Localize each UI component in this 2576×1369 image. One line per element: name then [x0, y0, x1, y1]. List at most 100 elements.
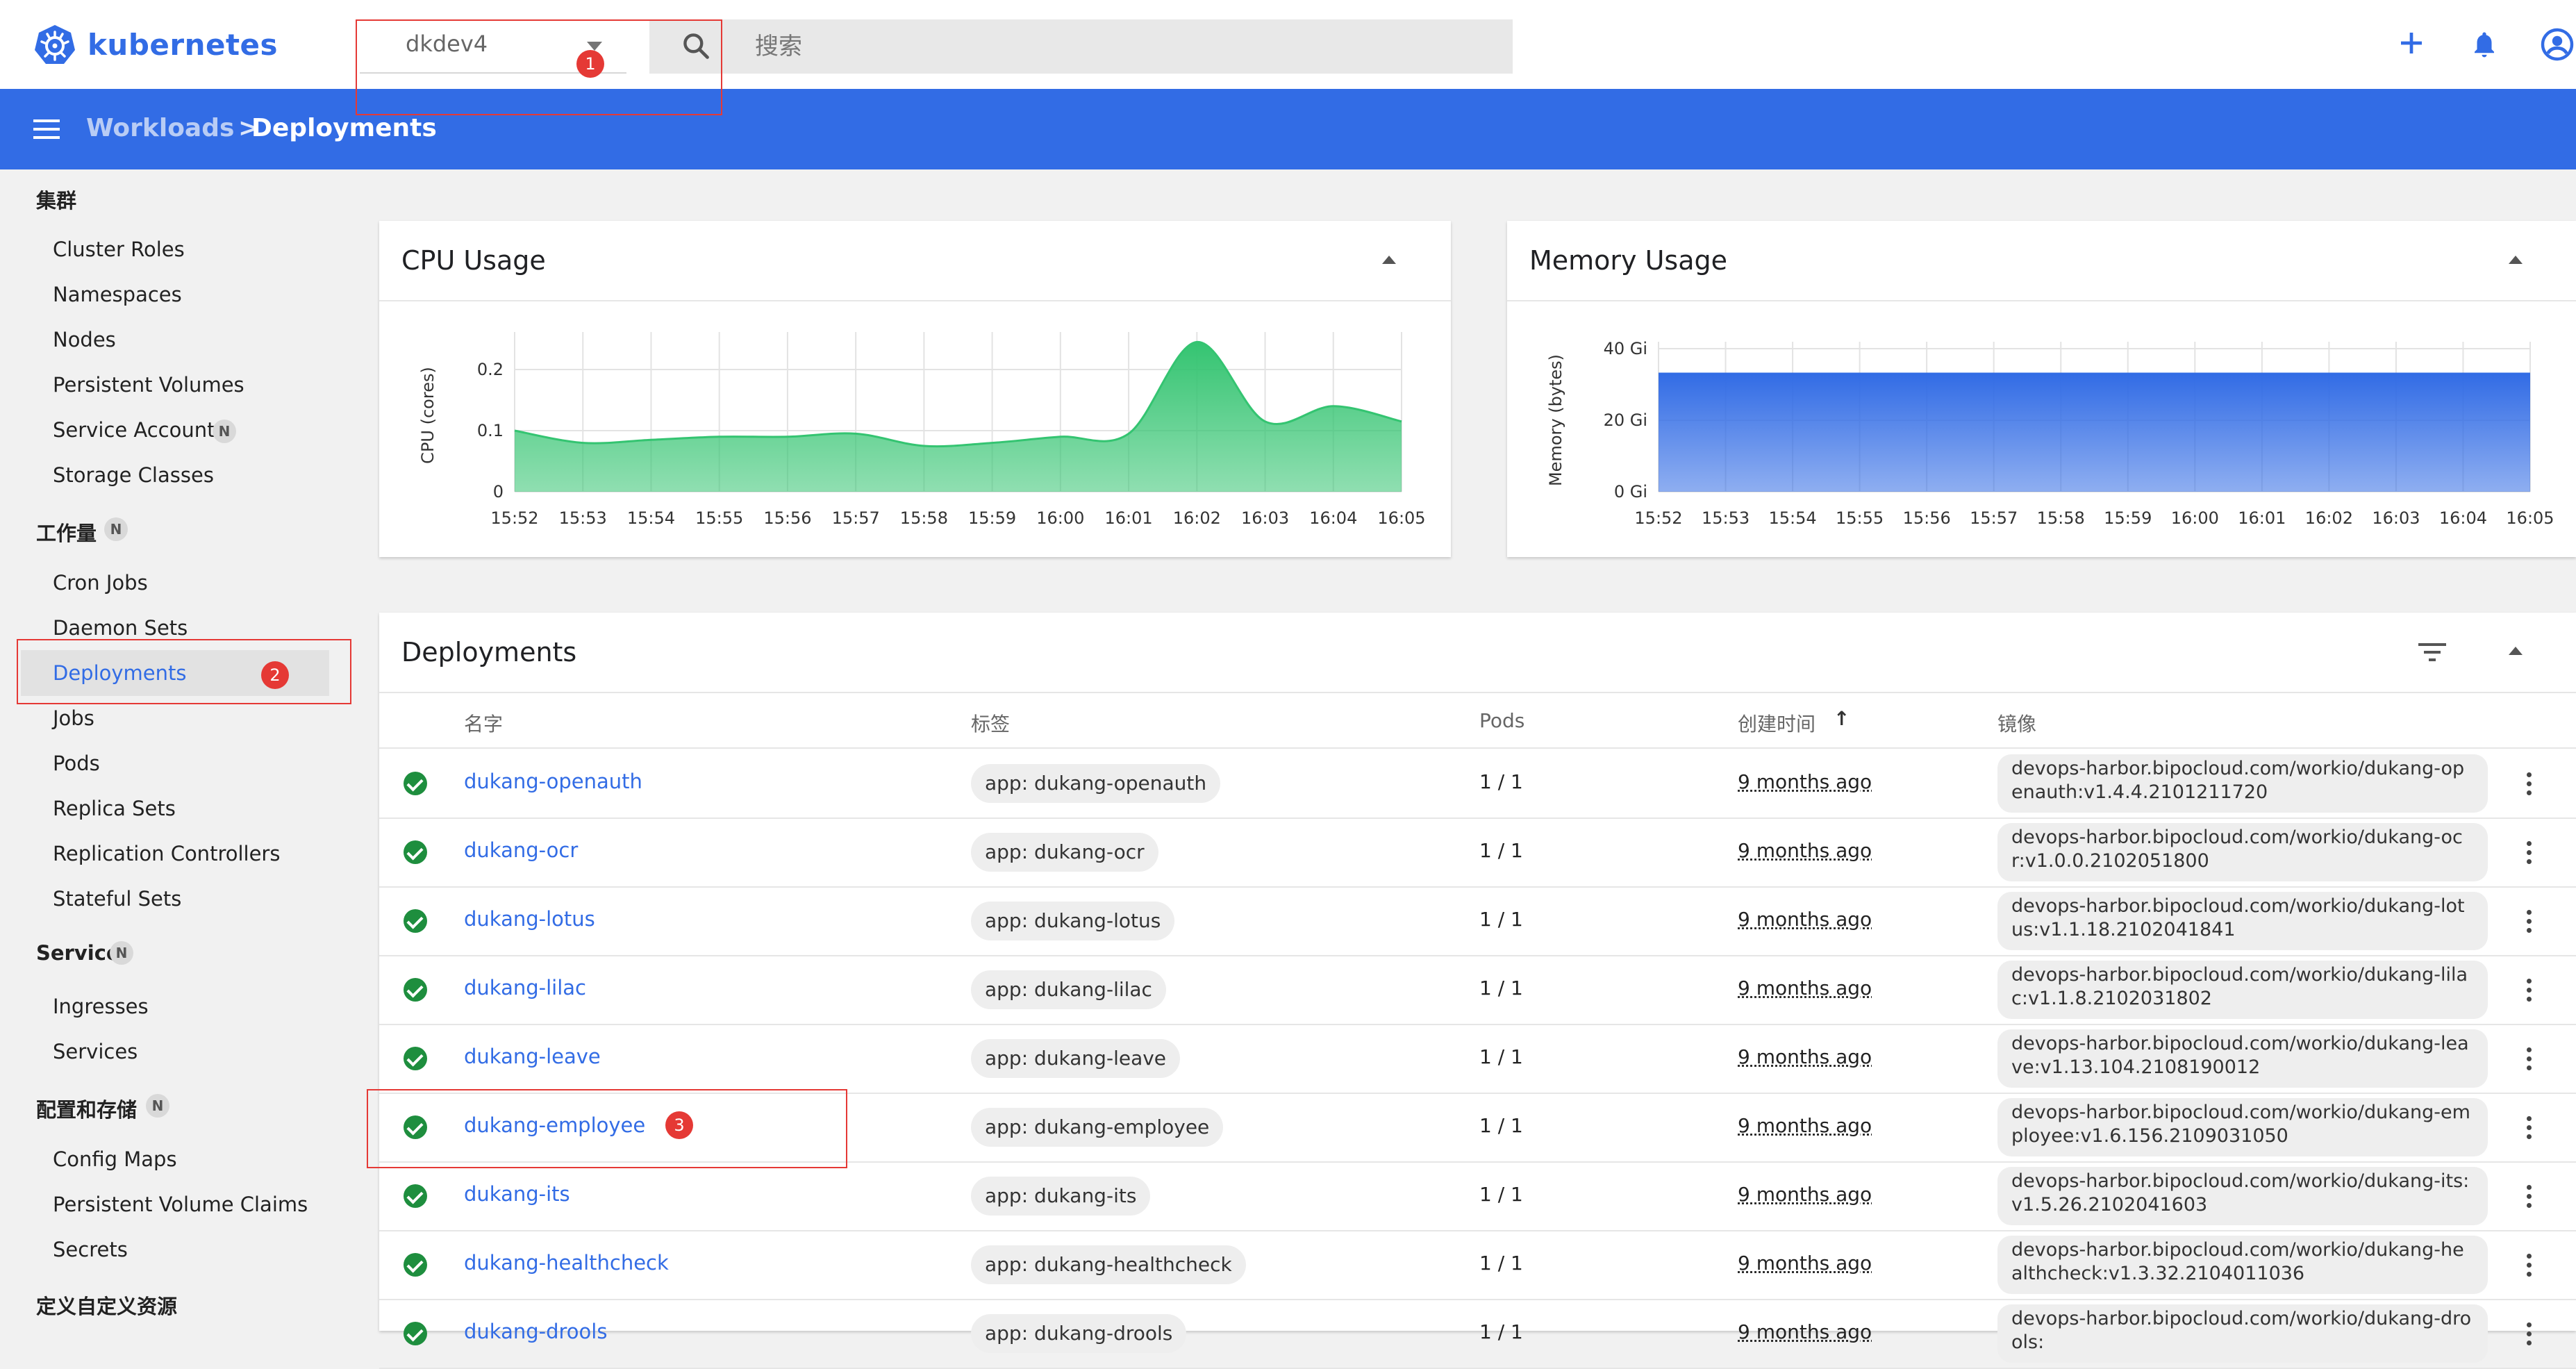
mem-xtick-label: 16:03	[2372, 508, 2420, 528]
more-actions-icon[interactable]	[2527, 979, 2532, 1006]
more-actions-icon[interactable]	[2527, 1185, 2532, 1212]
column-header-created[interactable]: 创建时间	[1738, 709, 1815, 737]
namespaced-badge: N	[146, 1094, 169, 1118]
pods-count: 1 / 1	[1479, 1183, 1523, 1206]
sidebar-item-ingresses[interactable]: Ingresses	[53, 995, 149, 1018]
deployment-name-link[interactable]: dukang-openauth	[464, 770, 642, 793]
status-ok-icon	[404, 1253, 427, 1277]
cpu-ytick-label: 0.2	[477, 360, 504, 379]
created-age: 9 months ago	[1738, 977, 1872, 999]
deployment-name-link[interactable]: dukang-leave	[464, 1045, 601, 1068]
more-actions-icon[interactable]	[2527, 841, 2532, 868]
more-actions-icon[interactable]	[2527, 1116, 2532, 1143]
annotation-marker-1: 1	[576, 50, 604, 78]
sidebar-item-replication-controllers[interactable]: Replication Controllers	[53, 842, 280, 865]
menu-icon[interactable]	[33, 118, 61, 140]
breadcrumb-current: Deployments	[251, 114, 437, 142]
kubernetes-logo-icon[interactable]	[33, 24, 76, 67]
sidebar-heading-config-storage[interactable]: 配置和存储	[36, 1094, 137, 1123]
namespaced-badge: N	[110, 941, 133, 965]
sidebar-item-daemon-sets[interactable]: Daemon Sets	[53, 616, 188, 640]
annotation-marker-3: 3	[665, 1111, 693, 1139]
created-age: 9 months ago	[1738, 1320, 1872, 1343]
notifications-bell-icon[interactable]	[2470, 29, 2499, 60]
image-chip: devops-harbor.bipocloud.com/workio/dukan…	[1997, 1098, 2488, 1156]
cpu-xtick-label: 15:53	[559, 508, 607, 528]
sidebar-item-cluster-roles[interactable]: Cluster Roles	[53, 238, 185, 261]
pods-count: 1 / 1	[1479, 977, 1523, 999]
collapse-deployments-icon[interactable]	[2509, 647, 2523, 655]
sidebar-heading-service[interactable]: Service	[36, 941, 120, 965]
sidebar-item-nodes[interactable]: Nodes	[53, 328, 116, 351]
status-ok-icon	[404, 978, 427, 1002]
image-chip: devops-harbor.bipocloud.com/workio/dukan…	[1997, 754, 2488, 813]
sidebar-item-namespaces[interactable]: Namespaces	[53, 283, 182, 306]
breadcrumb-workloads[interactable]: Workloads	[86, 114, 234, 142]
deployment-name-link[interactable]: dukang-drools	[464, 1320, 607, 1343]
cpu-usage-title: CPU Usage	[401, 245, 546, 276]
cpu-ytick-label: 0	[493, 482, 504, 501]
search-input[interactable]	[754, 23, 1504, 70]
mem-xtick-label: 16:05	[2506, 508, 2554, 528]
sidebar-item-persistent-volume-claims[interactable]: Persistent Volume Claims	[53, 1193, 308, 1216]
cpu-xtick-label: 15:59	[968, 508, 1016, 528]
image-chip: devops-harbor.bipocloud.com/workio/dukan…	[1997, 823, 2488, 881]
sidebar-heading-crd[interactable]: 定义自定义资源	[36, 1291, 177, 1320]
collapse-memory-icon[interactable]	[2509, 256, 2523, 264]
label-chip: app: dukang-leave	[971, 1039, 1181, 1078]
card-divider	[379, 692, 2576, 693]
account-icon[interactable]	[2541, 28, 2574, 61]
pods-count: 1 / 1	[1479, 1045, 1523, 1068]
sidebar-item-pods[interactable]: Pods	[53, 752, 100, 775]
mem-xtick-label: 16:01	[2238, 508, 2286, 528]
deployment-name-link[interactable]: dukang-ocr	[464, 838, 578, 862]
sidebar-item-secrets[interactable]: Secrets	[53, 1238, 128, 1261]
more-actions-icon[interactable]	[2527, 1322, 2532, 1350]
status-ok-icon	[404, 1184, 427, 1208]
table-row-divider	[379, 886, 2576, 888]
sidebar-item-jobs[interactable]: Jobs	[53, 706, 94, 730]
more-actions-icon[interactable]	[2527, 1047, 2532, 1075]
brand-name[interactable]: kubernetes	[88, 28, 278, 62]
namespaced-badge: N	[213, 420, 236, 443]
cpu-xtick-label: 15:52	[490, 508, 538, 528]
annotation-marker-2: 2	[261, 661, 289, 689]
cpu-xtick-label: 15:55	[695, 508, 743, 528]
cpu-area	[515, 342, 1402, 492]
mem-xtick-label: 15:55	[1836, 508, 1884, 528]
sidebar-item-services[interactable]: Services	[53, 1040, 138, 1063]
sidebar-item-storage-classes[interactable]: Storage Classes	[53, 463, 214, 487]
status-ok-icon	[404, 1047, 427, 1070]
more-actions-icon[interactable]	[2527, 1254, 2532, 1281]
more-actions-icon[interactable]	[2527, 772, 2532, 799]
add-icon[interactable]	[2398, 29, 2425, 57]
sort-arrow-up-icon[interactable]: ↑	[1834, 707, 1850, 730]
deployment-name-link[interactable]: dukang-healthcheck	[464, 1251, 669, 1275]
sidebar-item-config-maps[interactable]: Config Maps	[53, 1147, 177, 1171]
label-chip: app: dukang-openauth	[971, 764, 1221, 803]
pods-count: 1 / 1	[1479, 1114, 1523, 1137]
sidebar-item-service-accounts[interactable]: Service Accounts	[53, 418, 226, 442]
filter-icon[interactable]	[2418, 640, 2446, 664]
deployment-name-link[interactable]: dukang-lotus	[464, 907, 595, 931]
sidebar-heading-cluster: 集群	[36, 189, 77, 213]
sidebar-item-replica-sets[interactable]: Replica Sets	[53, 797, 176, 820]
deployment-name-link[interactable]: dukang-its	[464, 1182, 570, 1206]
collapse-cpu-icon[interactable]	[1382, 256, 1396, 264]
sidebar-item-cron-jobs[interactable]: Cron Jobs	[53, 571, 148, 595]
mem-xtick-label: 15:58	[2037, 508, 2085, 528]
sidebar-item-stateful-sets[interactable]: Stateful Sets	[53, 887, 181, 911]
label-chip: app: dukang-drools	[971, 1314, 1187, 1353]
column-header-labels: 标签	[971, 713, 1011, 736]
annotation-box-deployments	[17, 639, 351, 704]
table-row-divider	[379, 818, 2576, 819]
card-divider	[1507, 300, 2576, 301]
deployment-name-link[interactable]: dukang-lilac	[464, 976, 586, 999]
cpu-xtick-label: 15:54	[627, 508, 675, 528]
table-row-divider	[379, 1230, 2576, 1231]
sidebar-heading-workloads[interactable]: 工作量	[36, 517, 97, 547]
status-ok-icon	[404, 909, 427, 933]
column-header-name[interactable]: 名字	[464, 709, 503, 737]
more-actions-icon[interactable]	[2527, 910, 2532, 937]
sidebar-item-persistent-volumes[interactable]: Persistent Volumes	[53, 373, 244, 397]
